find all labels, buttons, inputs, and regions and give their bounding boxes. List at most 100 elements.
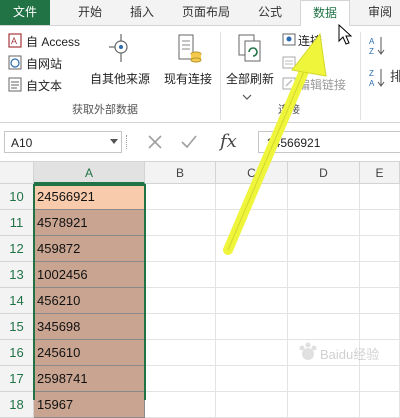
group-separator bbox=[220, 32, 221, 120]
table-cell[interactable] bbox=[288, 262, 360, 288]
table-cell[interactable]: 245610 bbox=[34, 340, 145, 366]
table-cell[interactable]: 4578921 bbox=[34, 210, 145, 236]
table-cell[interactable] bbox=[145, 392, 216, 418]
row-header[interactable]: 14 bbox=[0, 288, 34, 314]
row-header[interactable]: 17 bbox=[0, 366, 34, 392]
column-header-d[interactable]: D bbox=[288, 162, 360, 184]
existing-connections-icon bbox=[178, 34, 202, 63]
sort-descending-icon[interactable]: Z A bbox=[368, 66, 388, 88]
table-cell[interactable]: 2598741 bbox=[34, 366, 145, 392]
edit-links-button[interactable]: 编辑链接 bbox=[282, 76, 352, 92]
table-cell[interactable] bbox=[360, 392, 400, 418]
formula-bar-grip[interactable] bbox=[126, 135, 129, 149]
table-cell[interactable] bbox=[360, 314, 400, 340]
sort-ascending-icon[interactable]: A Z bbox=[368, 34, 388, 56]
cancel-icon[interactable] bbox=[146, 133, 164, 151]
row-header[interactable]: 10 bbox=[0, 184, 34, 210]
chevron-down-icon[interactable] bbox=[242, 94, 252, 100]
connections-button[interactable]: 连接 bbox=[282, 32, 330, 48]
table-cell[interactable] bbox=[216, 366, 288, 392]
svg-text:Z: Z bbox=[369, 47, 374, 56]
from-access-button[interactable]: A 自 Access bbox=[8, 32, 88, 50]
from-text-label: 自文本 bbox=[26, 79, 63, 93]
from-other-sources-label: 自其他来源 bbox=[90, 72, 151, 86]
row-header[interactable]: 16 bbox=[0, 340, 34, 366]
table-cell[interactable]: 459872 bbox=[34, 236, 145, 262]
tab-file[interactable]: 文件 bbox=[0, 0, 50, 25]
table-cell[interactable] bbox=[145, 262, 216, 288]
tab-formulas[interactable]: 公式 bbox=[250, 0, 290, 25]
watermark: Baidu经验 bbox=[298, 340, 394, 364]
table-cell[interactable] bbox=[288, 288, 360, 314]
row-header[interactable]: 13 bbox=[0, 262, 34, 288]
from-web-button[interactable]: 自网站 bbox=[8, 54, 88, 72]
table-cell[interactable]: 345698 bbox=[34, 314, 145, 340]
properties-icon[interactable] bbox=[282, 56, 296, 69]
table-cell[interactable]: 1002456 bbox=[34, 262, 145, 288]
table-cell[interactable] bbox=[360, 184, 400, 210]
table-cell[interactable] bbox=[216, 392, 288, 418]
tab-insert[interactable]: 插入 bbox=[122, 0, 162, 25]
row-header[interactable]: 11 bbox=[0, 210, 34, 236]
connections-icon bbox=[282, 33, 296, 46]
table-cell[interactable] bbox=[288, 184, 360, 210]
table-cell[interactable] bbox=[216, 262, 288, 288]
column-header-e[interactable]: E bbox=[360, 162, 400, 184]
table-cell[interactable] bbox=[360, 210, 400, 236]
table-cell[interactable] bbox=[360, 236, 400, 262]
insert-function-button[interactable]: fx bbox=[220, 131, 237, 152]
table-cell[interactable] bbox=[360, 366, 400, 392]
from-access-label: 自 Access bbox=[26, 35, 81, 49]
tab-home[interactable]: 开始 bbox=[70, 0, 110, 25]
from-other-sources-button[interactable]: 自其他来源 bbox=[88, 30, 152, 90]
formula-bar: A10 fx 24566921 bbox=[0, 123, 400, 162]
table-cell[interactable] bbox=[216, 340, 288, 366]
table-cell[interactable] bbox=[216, 288, 288, 314]
svg-text:A: A bbox=[369, 37, 375, 46]
table-cell[interactable] bbox=[288, 236, 360, 262]
worksheet-grid: A B C D E 10 24566921 11 4578921 12 459872 13 1… bbox=[0, 162, 400, 418]
table-cell[interactable] bbox=[288, 366, 360, 392]
table-cell[interactable]: 456210 bbox=[34, 288, 145, 314]
tab-review[interactable]: 审阅 bbox=[360, 0, 400, 25]
from-text-button[interactable]: 自文本 bbox=[8, 76, 88, 94]
tab-page-layout[interactable]: 页面布局 bbox=[175, 0, 237, 25]
table-cell[interactable] bbox=[145, 288, 216, 314]
edit-links-label: 编辑链接 bbox=[298, 78, 347, 92]
table-cell[interactable] bbox=[216, 236, 288, 262]
select-all-corner[interactable] bbox=[0, 162, 34, 184]
table-cell[interactable] bbox=[288, 314, 360, 340]
active-cell[interactable]: 24566921 bbox=[34, 184, 145, 210]
table-cell[interactable] bbox=[216, 314, 288, 340]
column-header-c[interactable]: C bbox=[216, 162, 288, 184]
existing-connections-label: 现有连接 bbox=[164, 72, 213, 86]
table-cell[interactable] bbox=[145, 314, 216, 340]
table-cell[interactable] bbox=[216, 184, 288, 210]
table-cell[interactable] bbox=[145, 366, 216, 392]
table-cell[interactable] bbox=[145, 210, 216, 236]
column-header-b[interactable]: B bbox=[145, 162, 216, 184]
group-separator-2 bbox=[360, 32, 361, 120]
confirm-icon[interactable] bbox=[180, 133, 198, 151]
sort-button-partial[interactable]: 排 bbox=[390, 66, 400, 88]
column-header-a[interactable]: A bbox=[34, 162, 145, 184]
existing-connections-button[interactable]: 现有连接 bbox=[160, 30, 216, 90]
refresh-all-button[interactable]: 全部刷新 bbox=[224, 30, 278, 90]
table-cell[interactable] bbox=[288, 392, 360, 418]
table-cell[interactable] bbox=[288, 210, 360, 236]
table-cell[interactable]: 15967 bbox=[34, 392, 145, 418]
table-cell[interactable] bbox=[145, 236, 216, 262]
table-cell[interactable] bbox=[360, 288, 400, 314]
paw-logo-icon bbox=[299, 342, 317, 360]
table-cell[interactable] bbox=[216, 210, 288, 236]
row-header[interactable]: 15 bbox=[0, 314, 34, 340]
formula-input[interactable]: 24566921 bbox=[258, 131, 400, 153]
row-header[interactable]: 18 bbox=[0, 392, 34, 418]
table-cell[interactable] bbox=[145, 184, 216, 210]
tab-data[interactable]: 数据 bbox=[300, 0, 350, 27]
table-cell[interactable] bbox=[360, 262, 400, 288]
name-box-dropdown-icon[interactable] bbox=[110, 139, 118, 145]
name-box[interactable]: A10 bbox=[4, 131, 122, 153]
row-header[interactable]: 12 bbox=[0, 236, 34, 262]
table-cell[interactable] bbox=[145, 340, 216, 366]
